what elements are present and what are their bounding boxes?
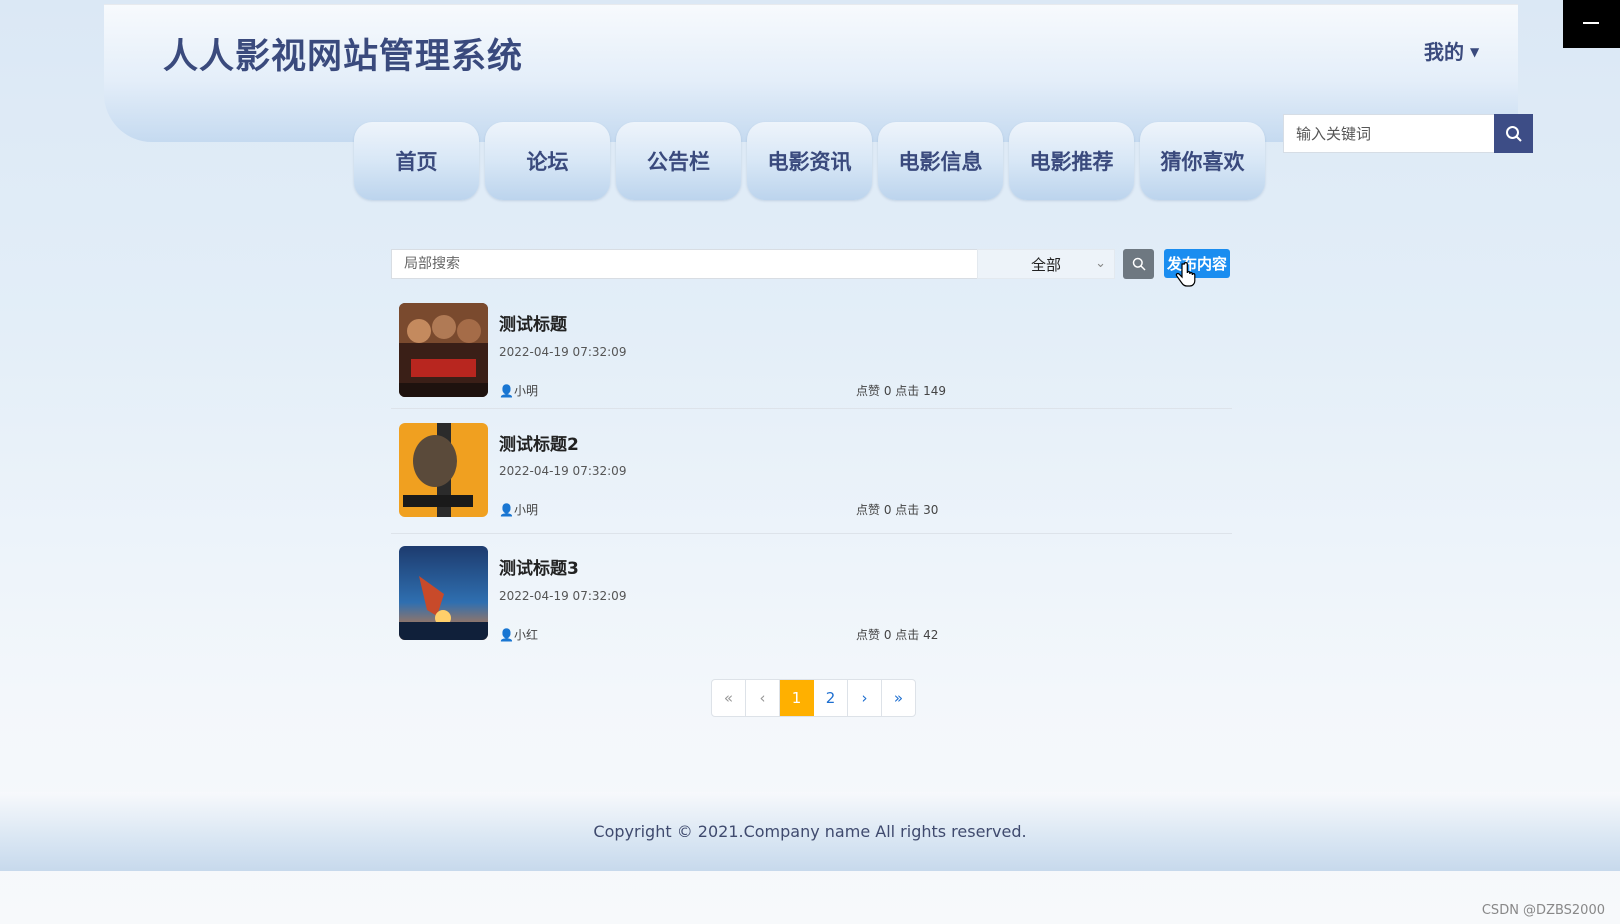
post-stats: 点赞 0 点击 149 (856, 384, 946, 398)
search-icon (1505, 125, 1522, 142)
chevron-down-icon: ⌄ (1095, 256, 1106, 271)
pagination: « ‹ 1 2 › » (711, 679, 916, 717)
caret-down-icon: ▼ (1470, 45, 1480, 59)
search-icon (1132, 257, 1146, 271)
post-thumbnail[interactable] (399, 303, 488, 397)
user-icon: 👤 (499, 384, 514, 398)
post-author-name: 小明 (513, 503, 538, 517)
user-icon: 👤 (499, 628, 514, 642)
post-title[interactable]: 测试标题3 (499, 554, 579, 579)
nav-item-home[interactable]: 首页 (354, 122, 479, 200)
global-search-button[interactable] (1494, 114, 1533, 153)
category-select-value: 全部 (1030, 255, 1061, 274)
site-title: 人人影视网站管理系统 (163, 37, 524, 77)
pagination-next[interactable]: › (848, 680, 882, 716)
copyright-text: Copyright © 2021.Company name All rights… (593, 822, 1027, 841)
post-list: 测试标题 2022-04-19 07:32:09 👤小明 点赞 0 点击 149… (391, 293, 1232, 658)
footer: Copyright © 2021.Company name All rights… (0, 792, 1620, 871)
post-author: 👤小明 (499, 501, 538, 518)
nav-item-guess-you-like[interactable]: 猜你喜欢 (1140, 122, 1265, 200)
post-stats: 点赞 0 点击 42 (856, 628, 939, 642)
nav-item-movie-news[interactable]: 电影资讯 (747, 122, 872, 200)
minimize-icon (1583, 22, 1599, 24)
pagination-last[interactable]: » (882, 680, 915, 716)
publish-button[interactable]: 发布内容 (1164, 249, 1230, 278)
post-author-name: 小红 (513, 628, 538, 642)
local-search-input[interactable] (391, 249, 981, 279)
post-title[interactable]: 测试标题 (499, 310, 567, 335)
post-stats: 点赞 0 点击 30 (856, 503, 939, 517)
global-search (1283, 114, 1533, 153)
user-menu[interactable]: 我的 ▼ (1424, 36, 1479, 65)
post-title[interactable]: 测试标题2 (499, 430, 579, 455)
post-thumbnail[interactable] (399, 546, 488, 640)
pagination-page-2[interactable]: 2 (814, 680, 848, 716)
nav-item-movie-info[interactable]: 电影信息 (878, 122, 1003, 200)
list-item[interactable]: 测试标题 2022-04-19 07:32:09 👤小明 点赞 0 点击 149 (391, 293, 1232, 409)
nav-item-movie-recommend[interactable]: 电影推荐 (1009, 122, 1134, 200)
watermark: CSDN @DZBS2000 (1481, 903, 1605, 918)
post-author: 👤小明 (499, 382, 538, 399)
nav-item-forum[interactable]: 论坛 (485, 122, 610, 200)
user-menu-label: 我的 (1424, 40, 1464, 64)
filter-search-button[interactable] (1123, 249, 1154, 279)
global-search-input[interactable] (1283, 114, 1494, 153)
nav-item-notice[interactable]: 公告栏 (616, 122, 741, 200)
pagination-page-1[interactable]: 1 (780, 680, 814, 716)
post-author: 👤小红 (499, 626, 538, 643)
post-author-name: 小明 (513, 384, 538, 398)
pagination-first[interactable]: « (712, 680, 746, 716)
hand-cursor-icon (1175, 262, 1196, 287)
pagination-prev[interactable]: ‹ (746, 680, 780, 716)
post-time: 2022-04-19 07:32:09 (499, 345, 627, 359)
list-item[interactable]: 测试标题3 2022-04-19 07:32:09 👤小红 点赞 0 点击 42 (391, 534, 1232, 658)
post-thumbnail[interactable] (399, 423, 488, 517)
main-nav: 首页 论坛 公告栏 电影资讯 电影信息 电影推荐 猜你喜欢 (354, 122, 1265, 200)
category-select[interactable]: 全部 ⌄ (977, 249, 1115, 279)
post-time: 2022-04-19 07:32:09 (499, 464, 627, 478)
user-icon: 👤 (499, 503, 514, 517)
minimize-control[interactable] (1563, 0, 1620, 48)
list-item[interactable]: 测试标题2 2022-04-19 07:32:09 👤小明 点赞 0 点击 30 (391, 409, 1232, 534)
post-time: 2022-04-19 07:32:09 (499, 589, 627, 603)
